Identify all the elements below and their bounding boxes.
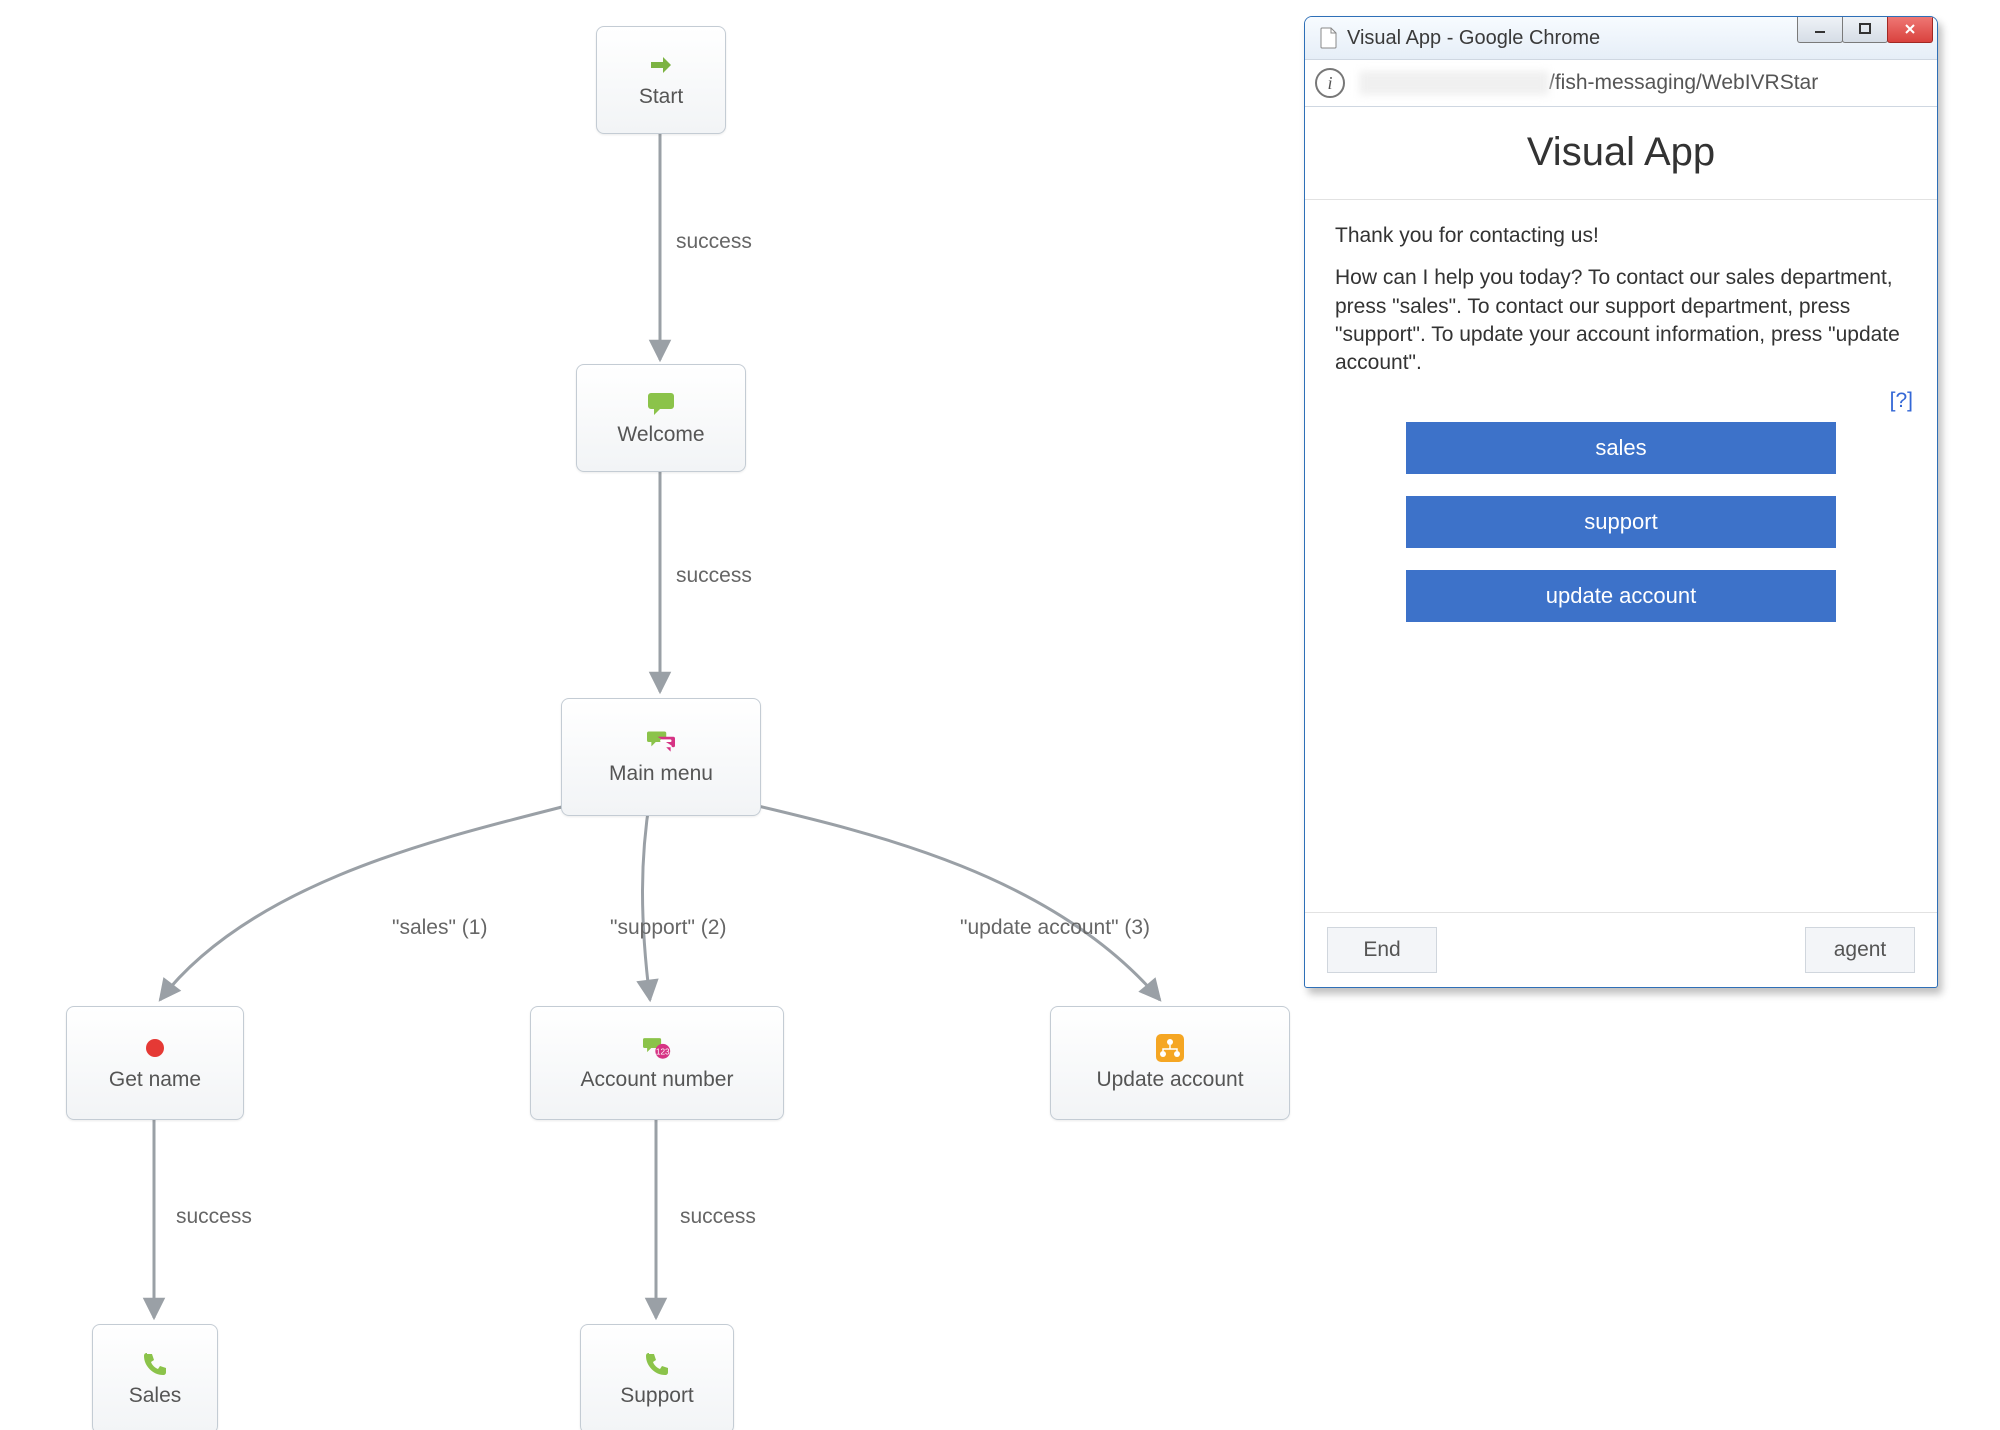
page-title: Visual App [1527, 130, 1715, 175]
node-label: Start [639, 85, 683, 109]
page-icon [1319, 27, 1339, 49]
node-label: Support [620, 1384, 694, 1408]
site-info-icon[interactable]: i [1315, 68, 1345, 98]
address-bar[interactable]: i /fish-messaging/WebIVRStar [1305, 60, 1937, 107]
node-welcome[interactable]: Welcome [576, 364, 746, 472]
greeting-text: Thank you for contacting us! [1335, 222, 1907, 250]
chat-bubbles-icon [647, 728, 675, 756]
page-viewport: Visual App Thank you for contacting us! … [1305, 105, 1937, 987]
edge-label: success [680, 1205, 756, 1229]
page-body: Thank you for contacting us! How can I h… [1305, 200, 1937, 392]
edge-label: "support" (2) [610, 916, 726, 940]
window-minimize-button[interactable] [1797, 16, 1843, 43]
edge-label: "update account" (3) [960, 916, 1150, 940]
help-link[interactable]: [?] [1890, 389, 1913, 413]
address-path: /fish-messaging/WebIVRStar [1549, 71, 1818, 95]
page-footer: End agent [1305, 912, 1937, 987]
node-label: Get name [109, 1068, 201, 1092]
action-button-group: sales support update account [1305, 422, 1937, 622]
window-title: Visual App - Google Chrome [1347, 27, 1600, 50]
node-label: Welcome [617, 423, 704, 447]
start-arrow-icon [647, 51, 675, 79]
update-account-button[interactable]: update account [1406, 570, 1836, 622]
node-start[interactable]: Start [596, 26, 726, 134]
node-sales[interactable]: Sales [92, 1324, 218, 1430]
node-support[interactable]: Support [580, 1324, 734, 1430]
node-label: Main menu [609, 762, 713, 786]
node-label: Account number [581, 1068, 734, 1092]
sales-button[interactable]: sales [1406, 422, 1836, 474]
chrome-window: Visual App - Google Chrome i /fish-messa… [1304, 16, 1938, 988]
ivr-flow-canvas: Start Welcome Main menu Get name 123 [0, 0, 1300, 1430]
edge-label: "sales" (1) [392, 916, 487, 940]
node-get-name[interactable]: Get name [66, 1006, 244, 1120]
node-label: Sales [129, 1384, 182, 1408]
edge-label: success [676, 230, 752, 254]
window-maximize-button[interactable] [1842, 16, 1888, 43]
svg-text:123: 123 [656, 1048, 670, 1057]
edge-label: success [676, 564, 752, 588]
node-account-number[interactable]: 123 Account number [530, 1006, 784, 1120]
node-update-account[interactable]: Update account [1050, 1006, 1290, 1120]
end-button[interactable]: End [1327, 927, 1437, 973]
chat-number-icon: 123 [643, 1034, 671, 1062]
prompt-text: How can I help you today? To contact our… [1335, 264, 1907, 377]
phone-icon [141, 1350, 169, 1378]
address-host-blurred [1359, 71, 1549, 95]
edge-label: success [176, 1205, 252, 1229]
node-main-menu[interactable]: Main menu [561, 698, 761, 816]
node-label: Update account [1096, 1068, 1243, 1092]
speech-bubble-icon [647, 389, 675, 417]
agent-button[interactable]: agent [1805, 927, 1915, 973]
window-titlebar[interactable]: Visual App - Google Chrome [1305, 17, 1937, 60]
page-header: Visual App [1305, 105, 1937, 200]
phone-icon [643, 1350, 671, 1378]
record-dot-icon [141, 1034, 169, 1062]
window-close-button[interactable] [1887, 16, 1933, 43]
org-chart-icon [1156, 1034, 1184, 1062]
support-button[interactable]: support [1406, 496, 1836, 548]
